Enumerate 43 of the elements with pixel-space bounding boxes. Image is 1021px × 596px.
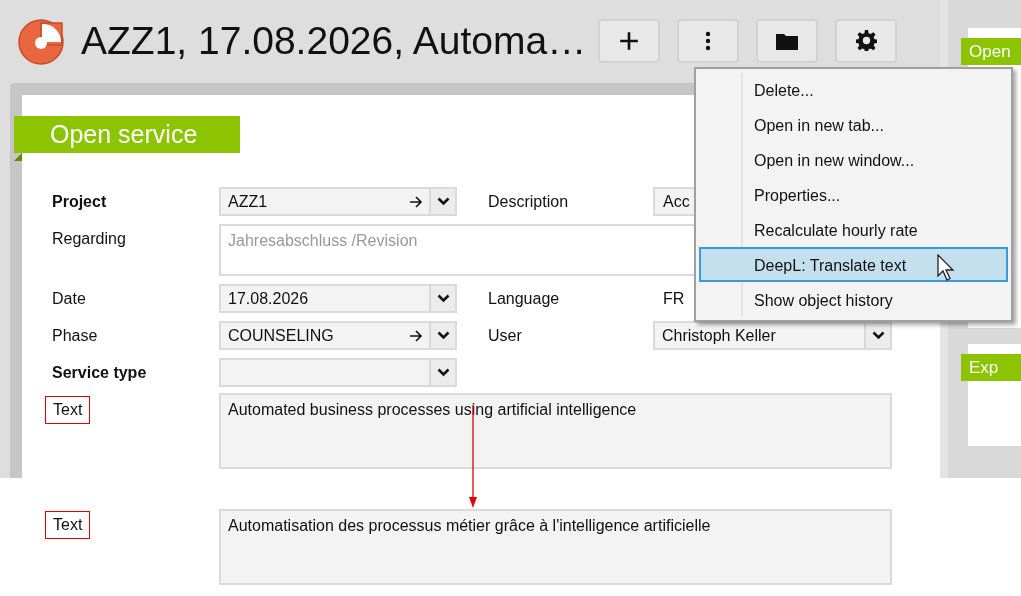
menu-item[interactable]: Show object history bbox=[699, 282, 1008, 317]
ribbon-fold bbox=[14, 153, 22, 161]
menu-item[interactable]: Open in new window... bbox=[699, 142, 1008, 177]
more-icon bbox=[705, 29, 711, 52]
field-label: Description bbox=[488, 192, 570, 212]
field-label: Phase bbox=[52, 325, 98, 346]
logo-icon bbox=[17, 17, 65, 66]
plus-button[interactable] bbox=[598, 18, 660, 63]
dropdown-button[interactable] bbox=[429, 360, 455, 385]
window-title: AZZ1, 17.08.2026, Automa… bbox=[81, 18, 588, 65]
settings-button[interactable] bbox=[835, 18, 897, 63]
settings-icon bbox=[855, 30, 877, 51]
field-label: Date bbox=[52, 288, 86, 309]
menu-item[interactable]: Properties... bbox=[699, 177, 1008, 212]
menu-item[interactable]: Open in new tab... bbox=[699, 107, 1008, 142]
dropdown-button[interactable] bbox=[429, 286, 455, 311]
combo-box[interactable]: AZZ1 bbox=[219, 187, 457, 216]
chevron-down-icon bbox=[436, 294, 450, 303]
dropdown-button[interactable] bbox=[864, 323, 890, 348]
chevron-down-icon bbox=[436, 331, 450, 340]
dropdown-button[interactable] bbox=[429, 323, 455, 348]
field-label: User bbox=[488, 326, 523, 346]
text-label: Text bbox=[45, 395, 91, 424]
combo-box[interactable]: COUNSELING bbox=[219, 321, 457, 350]
chevron-down-icon bbox=[871, 331, 885, 340]
combo-box[interactable]: Christoph Keller bbox=[653, 321, 892, 350]
language-value: FR bbox=[663, 288, 685, 309]
field-label: Language bbox=[488, 289, 561, 309]
chevron-down-icon bbox=[436, 197, 450, 206]
field-label: Project bbox=[52, 191, 107, 212]
folder-button[interactable] bbox=[756, 18, 818, 63]
combo-box[interactable]: 17.08.2026 bbox=[219, 284, 457, 313]
plus-icon bbox=[618, 29, 640, 52]
dropdown-button[interactable] bbox=[429, 189, 455, 214]
field-label: Regarding bbox=[52, 228, 126, 249]
menu-item[interactable]: DeepL: Translate text bbox=[699, 247, 1008, 282]
text-area[interactable]: Automatisation des processus métier grâce à l'intelligence artificielle bbox=[219, 509, 892, 585]
mouse-pointer-icon bbox=[937, 254, 955, 282]
field-label: Service type bbox=[52, 362, 147, 383]
menu-item[interactable]: Delete... bbox=[699, 72, 1008, 107]
text-label: Text bbox=[45, 511, 91, 539]
chevron-down-icon bbox=[436, 368, 450, 377]
folder-icon bbox=[776, 31, 798, 50]
